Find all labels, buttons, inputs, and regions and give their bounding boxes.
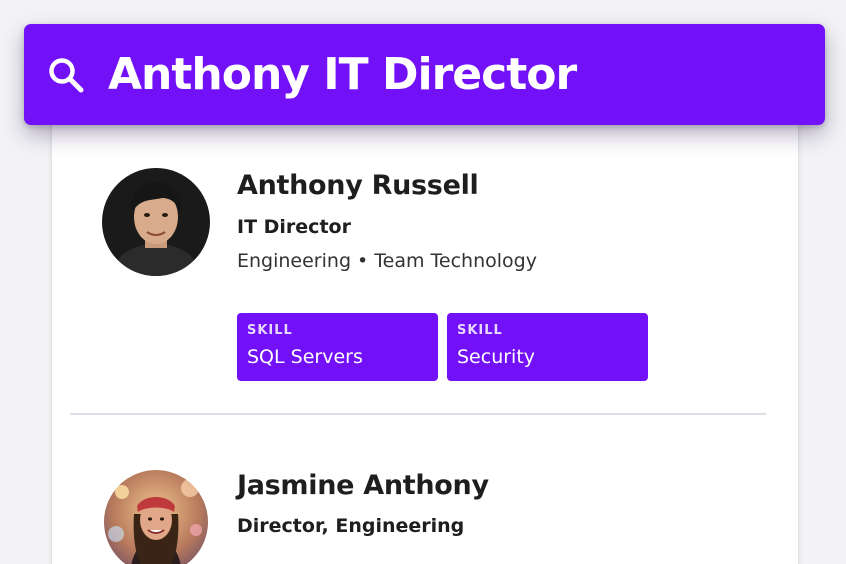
skill-chip-value: SQL Servers	[247, 346, 363, 368]
search-bar[interactable]	[24, 24, 825, 125]
result-name[interactable]: Anthony Russell	[237, 170, 479, 201]
result-item-jasmine-anthony[interactable]: Jasmine Anthony Director, Engineering	[52, 415, 798, 564]
skill-chip-sql-servers[interactable]: SKILL SQL Servers	[237, 313, 438, 381]
search-results-screen: Anthony Russell IT Director Engineering …	[0, 0, 846, 564]
result-title: Director, Engineering	[237, 515, 465, 537]
skill-chip-security[interactable]: SKILL Security	[447, 313, 648, 381]
results-list: Anthony Russell IT Director Engineering …	[52, 100, 798, 564]
skill-chip-label: SKILL	[247, 323, 293, 338]
result-name[interactable]: Jasmine Anthony	[237, 470, 489, 501]
result-org: Engineering • Team Technology	[237, 250, 537, 272]
search-icon[interactable]	[44, 53, 88, 97]
skill-chip-value: Security	[457, 346, 536, 368]
avatar	[102, 168, 210, 276]
skill-chip-label: SKILL	[457, 323, 503, 338]
avatar	[104, 470, 208, 564]
search-input[interactable]	[108, 49, 788, 100]
result-item-anthony-russell[interactable]: Anthony Russell IT Director Engineering …	[52, 100, 798, 413]
result-title: IT Director	[237, 216, 351, 238]
